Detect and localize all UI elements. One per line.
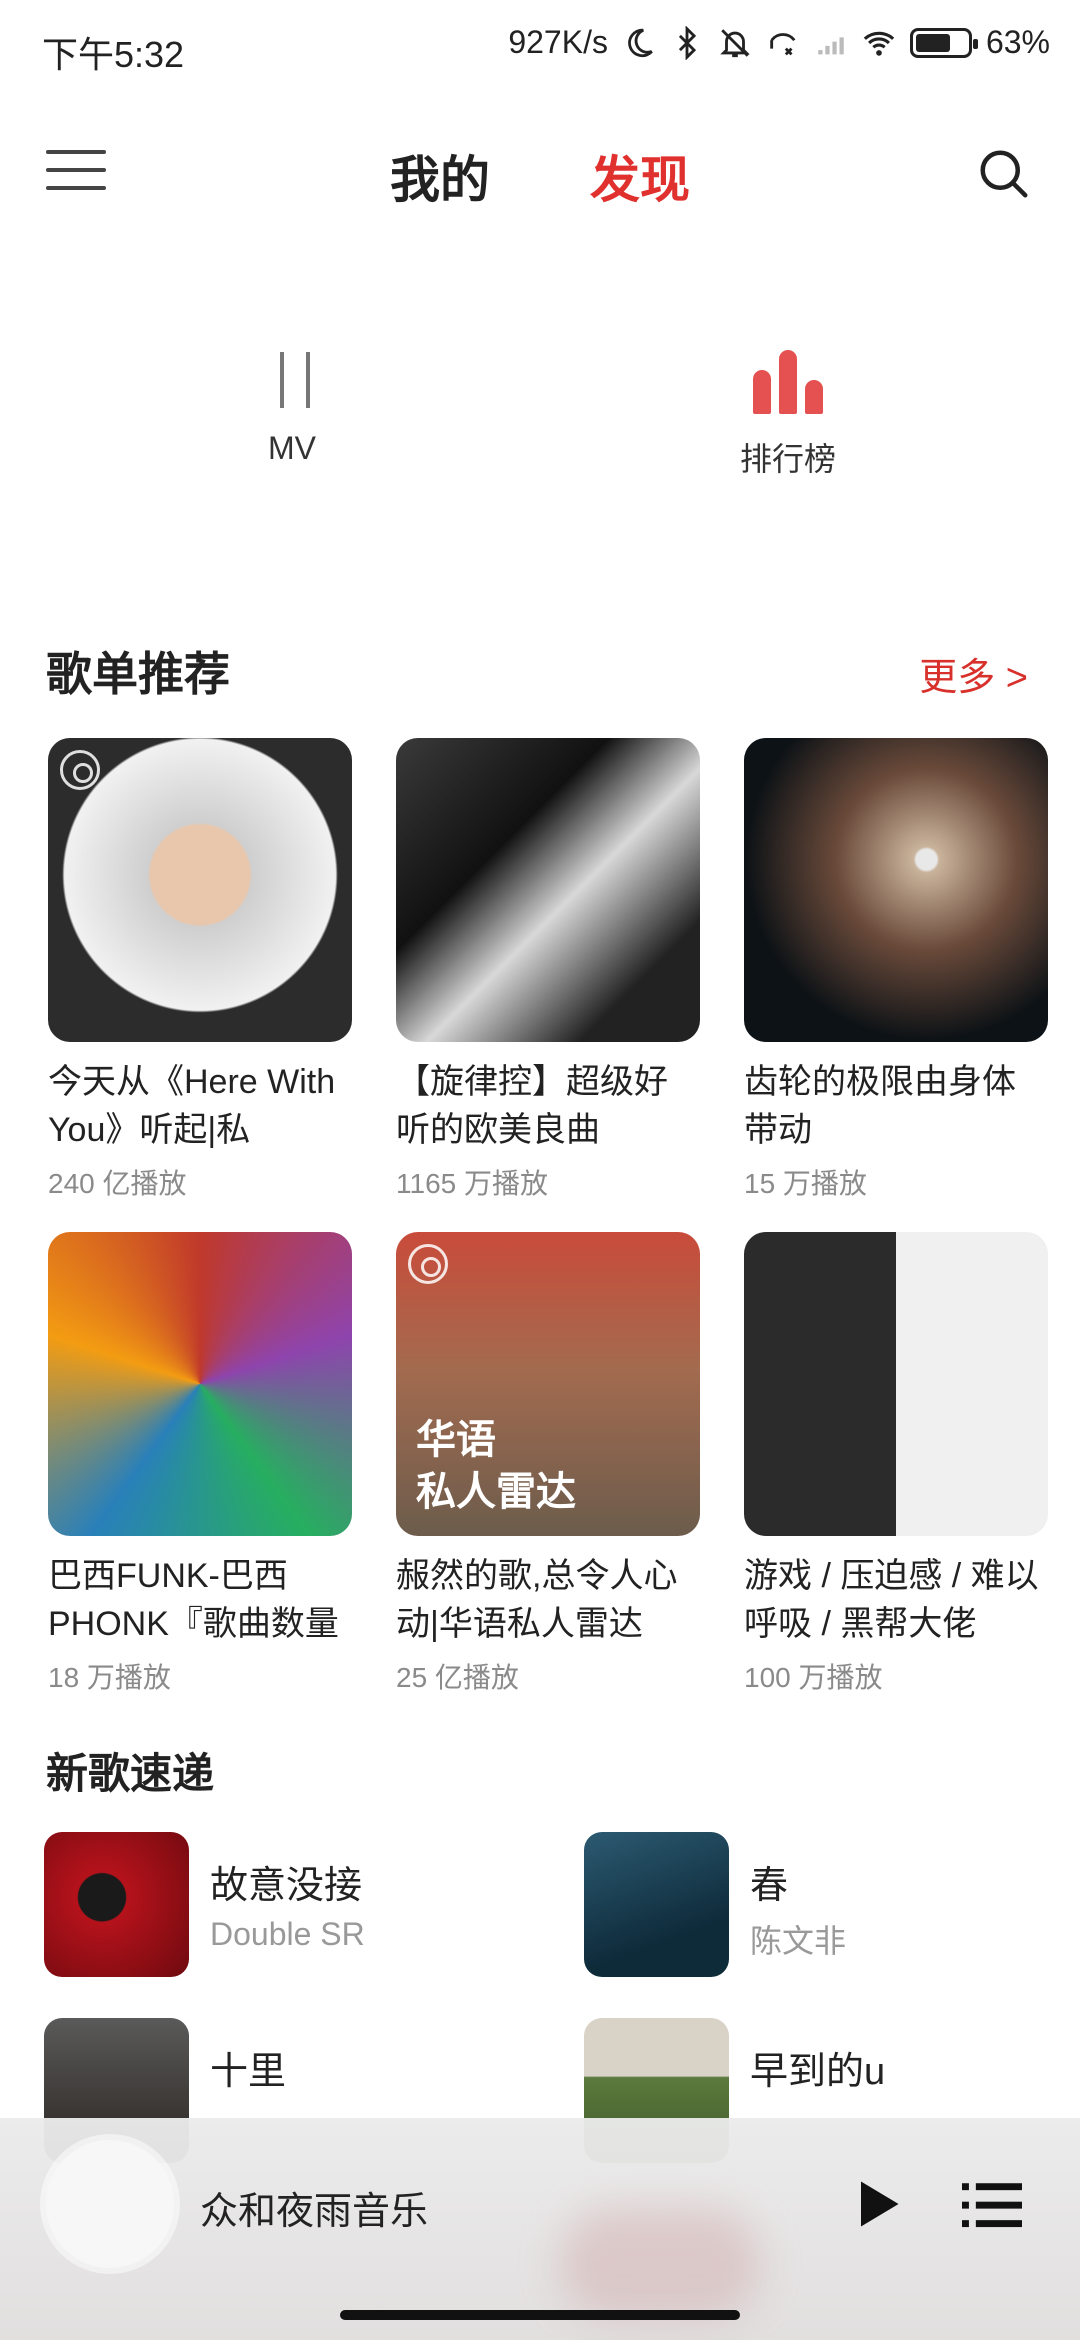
entry-mv-label: MV	[268, 430, 316, 466]
main-tabs: 我的 发现	[0, 140, 1080, 212]
radar-badge-icon	[60, 750, 100, 790]
playlist-title: 游戏 / 压迫感 / 难以呼吸 / 黑帮大佬	[744, 1557, 1039, 1643]
song-title: 故意没接	[210, 1865, 363, 1907]
cover-text-line-1: 华语	[416, 1418, 496, 1462]
song-title: 十里	[210, 2051, 287, 2093]
playlist-icon[interactable]	[962, 2178, 1022, 2230]
song-item[interactable]: 春 陈文非	[584, 1832, 1064, 1977]
status-icons: 927K/s 63%	[508, 24, 1050, 61]
playlist-card[interactable]: 【旋律控】超级好听的欧美良曲 1165 万播放	[396, 738, 700, 1202]
bell-muted-icon	[720, 28, 750, 57]
playlist-title: 赧然的歌,总令人心动|华语私人雷达	[396, 1557, 678, 1643]
mini-player[interactable]: 众和夜雨音乐	[0, 2118, 1080, 2340]
playlist-section-title: 歌单推荐	[46, 648, 230, 700]
now-playing-disc[interactable]	[46, 2140, 174, 2268]
call-forward-icon	[770, 32, 796, 55]
playlist-title: 【旋律控】超级好听的欧美良曲	[396, 1063, 668, 1149]
quick-entries: MV 排行榜	[0, 350, 1080, 520]
playlist-card[interactable]: 华语 私人雷达 赧然的歌,总令人心动|华语私人雷达 25 亿播放	[396, 1232, 700, 1696]
entry-mv[interactable]: MV	[172, 350, 412, 467]
playlist-plays: 100 万播放	[744, 1662, 883, 1693]
tab-mine[interactable]: 我的	[390, 140, 490, 212]
status-time: 下午5:32	[42, 34, 185, 75]
playlist-title: 今天从《Here With You》听起|私	[48, 1063, 336, 1149]
playlist-plays: 240 亿播放	[48, 1168, 187, 1199]
entry-charts-label: 排行榜	[739, 441, 836, 477]
tab-discover[interactable]: 发现	[590, 140, 690, 212]
playlist-title: 巴西FUNK-巴西PHONK『歌曲数量	[48, 1557, 339, 1643]
mv-icon	[262, 350, 322, 410]
playlist-plays: 25 亿播放	[396, 1662, 519, 1693]
playlist-title: 齿轮的极限由身体带动	[744, 1063, 1016, 1149]
song-item[interactable]: 故意没接 Double SR	[44, 1832, 524, 1977]
entry-charts[interactable]: 排行榜	[668, 350, 908, 480]
song-cover	[584, 1832, 729, 1977]
playlist-cover[interactable]	[48, 1232, 352, 1536]
bluetooth-icon	[678, 25, 697, 60]
cover-text-line-2: 私人雷达	[416, 1470, 576, 1514]
playlist-cover[interactable]: 华语 私人雷达	[396, 1232, 700, 1536]
wifi-icon	[863, 31, 895, 56]
playlist-cover[interactable]	[744, 738, 1048, 1042]
new-songs-title: 新歌速递	[46, 1750, 215, 1797]
moon-icon	[628, 28, 653, 57]
signal-icon	[818, 36, 844, 54]
play-icon[interactable]	[846, 2174, 906, 2234]
now-playing-title: 众和夜雨音乐	[200, 2191, 429, 2233]
playlist-card[interactable]: 巴西FUNK-巴西PHONK『歌曲数量 18 万播放	[48, 1232, 352, 1696]
song-artist: Double SR	[210, 1916, 365, 1952]
network-speed: 927K/s	[508, 24, 608, 60]
home-indicator[interactable]	[340, 2310, 740, 2320]
radar-badge-icon	[408, 1244, 448, 1284]
playlist-more-link[interactable]: 更多 >	[919, 646, 1028, 701]
playlist-cover[interactable]	[48, 738, 352, 1042]
search-icon[interactable]	[974, 144, 1034, 204]
cover-overlay-text: 华语 私人雷达	[416, 1414, 576, 1518]
song-artist: 陈文非	[750, 1923, 847, 1959]
playlist-cover[interactable]	[744, 1232, 1048, 1536]
song-title: 春	[750, 1865, 789, 1907]
playlist-cover[interactable]	[396, 738, 700, 1042]
battery-icon	[909, 27, 978, 58]
playlist-plays: 18 万播放	[48, 1662, 171, 1693]
chart-bars-icon	[753, 350, 823, 414]
top-nav: 我的 发现	[0, 120, 1080, 230]
playlist-card[interactable]: 今天从《Here With You》听起|私 240 亿播放	[48, 738, 352, 1202]
status-bar: 下午5:32 927K/s 63%	[0, 0, 1080, 96]
playlist-plays: 1165 万播放	[396, 1168, 548, 1199]
battery-percent: 63%	[985, 24, 1050, 60]
song-title: 早到的u	[750, 2051, 886, 2093]
song-cover	[44, 1832, 189, 1977]
playlist-card[interactable]: 齿轮的极限由身体带动 15 万播放	[744, 738, 1048, 1202]
playlist-plays: 15 万播放	[744, 1168, 867, 1199]
playlist-card[interactable]: 游戏 / 压迫感 / 难以呼吸 / 黑帮大佬 100 万播放	[744, 1232, 1048, 1696]
player-background-art	[560, 2208, 760, 2318]
